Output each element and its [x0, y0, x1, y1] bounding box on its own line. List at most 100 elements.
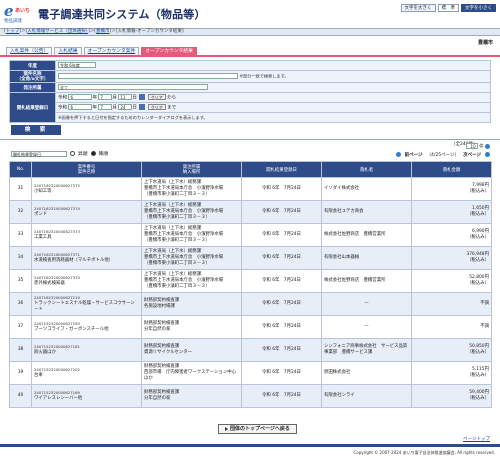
tab-bid-result[interactable]: 入札結果	[54, 47, 82, 55]
row-dept: 上下水道局（上下水）総務課 豊橋市上下水道局本庁舎 小濱野浄水場 （豊橋市東小濱町二…	[141, 246, 242, 270]
from-year-select[interactable]: 6	[68, 94, 93, 101]
sort-field-select[interactable]: 開札結果登録日	[11, 150, 67, 157]
row-no: 40	[9, 384, 32, 408]
table-row: 37 2407152320000627163 ブーツコライフ・ガーボンスチール他 財務…	[9, 315, 492, 339]
row-amount: 52,800円 （税込み）	[411, 269, 492, 293]
row-amount: 6,990円 （税込み）	[411, 223, 492, 247]
font-smaller-button[interactable]: 文字を小さく	[461, 4, 496, 12]
from-month-select[interactable]: 7	[98, 94, 113, 101]
table-row: 32 2407162320000627374 ポンド 上下水道局（上下水）総務課 豊橋市…	[9, 200, 492, 224]
case-name-link[interactable]: ワイアレスレシーバー他	[34, 396, 139, 402]
prev-page-link[interactable]: 前ページ	[405, 152, 423, 158]
case-name-link[interactable]: 水道検査用消耗器材（マルチボトル他）	[34, 258, 139, 264]
case-name-link[interactable]: 工業工具	[34, 235, 139, 241]
from-era: 令和	[58, 95, 67, 101]
row-amount: 7,998円 （税込み）	[411, 177, 492, 201]
tab-bid-notice[interactable]: 入札案件（公告）	[6, 47, 53, 55]
case-name-link[interactable]: 赤外線式検知器	[34, 281, 139, 287]
month-suffix: 月	[112, 105, 117, 111]
sort-bar: 開札結果登録日 昇順 降順	[11, 150, 108, 157]
case-name-input[interactable]	[58, 73, 238, 80]
calendar-icon[interactable]	[139, 104, 146, 111]
from-clear-button[interactable]: クリア	[147, 94, 166, 101]
to-clear-button[interactable]: クリア	[147, 104, 166, 111]
page-top-link[interactable]: ページトップ	[463, 436, 490, 442]
amount-note: （税込み）	[467, 235, 489, 240]
search-button[interactable]: 検 索	[11, 125, 61, 135]
from-day-select[interactable]: 11	[118, 94, 133, 101]
row-winner: 有限会社山本器械	[321, 246, 412, 270]
amount-note: （税込み）	[467, 281, 489, 286]
case-name-link[interactable]: ポンド	[34, 212, 139, 218]
font-larger-button[interactable]: 文字を大きく	[400, 4, 436, 12]
to-suffix: まで	[167, 105, 177, 111]
row-dept: 財務部契約検査課 各施設地村場課	[141, 292, 242, 316]
row-case[interactable]: 2407162320000627374 ポンド	[31, 200, 142, 224]
delivery-place: 各施設地村場課	[144, 304, 175, 309]
tab-open-counter-result[interactable]: オープンカウンタ結果	[141, 47, 197, 55]
logo-e: e	[4, 2, 14, 20]
fiscal-year-select[interactable]: 令和 6年度	[58, 62, 96, 69]
row-amount: 5,115円 （税込み）	[411, 361, 492, 385]
row-case[interactable]: 2407152320000627169 ワイアレスレシーバー他	[31, 384, 142, 408]
to-day-select[interactable]: 24	[118, 104, 133, 111]
to-year-select[interactable]: 6	[68, 104, 93, 111]
case-name-link[interactable]: トラックシートエスナル乾燥・サービスコウサーシート	[34, 301, 139, 314]
delivery-address: （豊橋市東小濱町二丁目３－３）	[144, 284, 210, 290]
col-date: 開札結果登録日	[241, 161, 322, 178]
row-case[interactable]: 2407162320000627373 工業工具	[31, 223, 142, 247]
per-page-go-icon[interactable]	[485, 143, 490, 149]
calendar-icon[interactable]	[139, 94, 146, 101]
row-dept: 上下水道局（上下水）総務課 豊橋市上下水道局本庁舎 小濱野浄水場 （豊橋市東小濱町二…	[141, 200, 242, 224]
col-no: No.	[9, 161, 32, 178]
case-name-link[interactable]: 小知工等	[34, 189, 139, 195]
app-title: 電子調達共同システム（物品等）	[38, 8, 206, 21]
dept-select[interactable]: 全て	[58, 84, 208, 91]
breadcrumb-org-select[interactable]: 入札情報サービス（団体選択）	[27, 29, 88, 34]
delivery-place: 資源リサイクルセンター	[144, 350, 193, 355]
table-row: 34 2407162320000627371 水道検査用消耗器材（マルチボトル他）上…	[9, 246, 492, 270]
breadcrumb-city[interactable]: 豊橋市	[96, 29, 110, 34]
row-dept: 上下水道局（上下水）総務課 豊橋市上下水道局本庁舎 小濱野浄水場 （豊橋市東小濱町二…	[141, 269, 242, 293]
case-name-link[interactable]: 除火器ほか	[34, 350, 139, 356]
sort-desc-radio[interactable]	[90, 151, 96, 156]
row-case[interactable]: 2407152320000627181 除火器ほか	[31, 338, 142, 362]
sort-asc-label: 昇順	[78, 152, 88, 157]
row-case[interactable]: 2407162320000627210 トラックシートエスナル乾燥・サービスコウサ…	[31, 292, 142, 316]
amount-note: （税込み）	[467, 373, 489, 378]
breadcrumb-top[interactable]: トップ	[6, 29, 20, 34]
results-table: No. 案件番号 案件名称 発注所属 納入場所 開札結果登録日 落札者 落札金額…	[9, 161, 492, 408]
org-name: 豊橋市	[477, 40, 493, 46]
footer: Copyright © 2007-2024 あいち電子自治体推進協議会, All…	[0, 444, 500, 459]
row-case[interactable]: 2407152320000627163 ブーツコライフ・ガーボンスチール他	[31, 315, 142, 339]
row-dept: 財務部契約検査課 分年自然の家	[141, 384, 242, 408]
next-page-icon[interactable]	[485, 152, 490, 157]
row-case[interactable]: 2407152320000627202 台車	[31, 361, 142, 385]
back-to-org-top-button[interactable]: 団体のトップページへ戻る	[218, 424, 297, 434]
row-case[interactable]: 2407162320000627370 赤外線式検知器	[31, 269, 142, 293]
breadcrumb-current: 入札情報-オープンカウンタ結果	[117, 29, 182, 34]
prev-page-icon[interactable]	[395, 152, 401, 157]
row-amount: 不調	[411, 292, 492, 316]
row-date: 令和 6年 7月24日	[241, 292, 322, 316]
case-name-note: ※部分一致で検索します。	[239, 73, 289, 79]
next-page-link[interactable]: 次ページ	[463, 152, 481, 158]
pager: 10 件 前ページ （4/25ページ） 次ページ	[395, 143, 490, 158]
amount-note: （税込み）	[467, 258, 489, 263]
per-page-select[interactable]: 10	[465, 143, 478, 149]
font-standard-button[interactable]: 標 準	[437, 4, 459, 12]
row-amount: 376,948円 （税込み）	[411, 246, 492, 270]
case-name-link[interactable]: 台車	[34, 373, 139, 379]
logo-aichi: あいち	[15, 8, 31, 14]
row-case[interactable]: 2407162320000627371 水道検査用消耗器材（マルチボトル他）	[31, 246, 142, 270]
to-month-select[interactable]: 7	[98, 104, 113, 111]
case-name-link[interactable]: ブーツコライフ・ガーボンスチール他	[34, 327, 139, 333]
row-date: 令和 6年 7月24日	[241, 269, 322, 293]
row-winner: 株式会社佐野商店 豊橋営業所	[321, 223, 412, 247]
tab-open-counter[interactable]: オープンカウンタ案件	[83, 47, 140, 55]
row-case[interactable]: 2407162320000627375 小知工等	[31, 177, 142, 201]
sort-asc-radio[interactable]	[70, 151, 75, 156]
table-row: 33 2407162320000627373 工業工具 上下水道局（上下水）総務課 豊橋…	[9, 223, 492, 247]
row-winner: イソダイ株式会社	[321, 177, 412, 201]
amount-note: （税込み）	[467, 189, 489, 194]
